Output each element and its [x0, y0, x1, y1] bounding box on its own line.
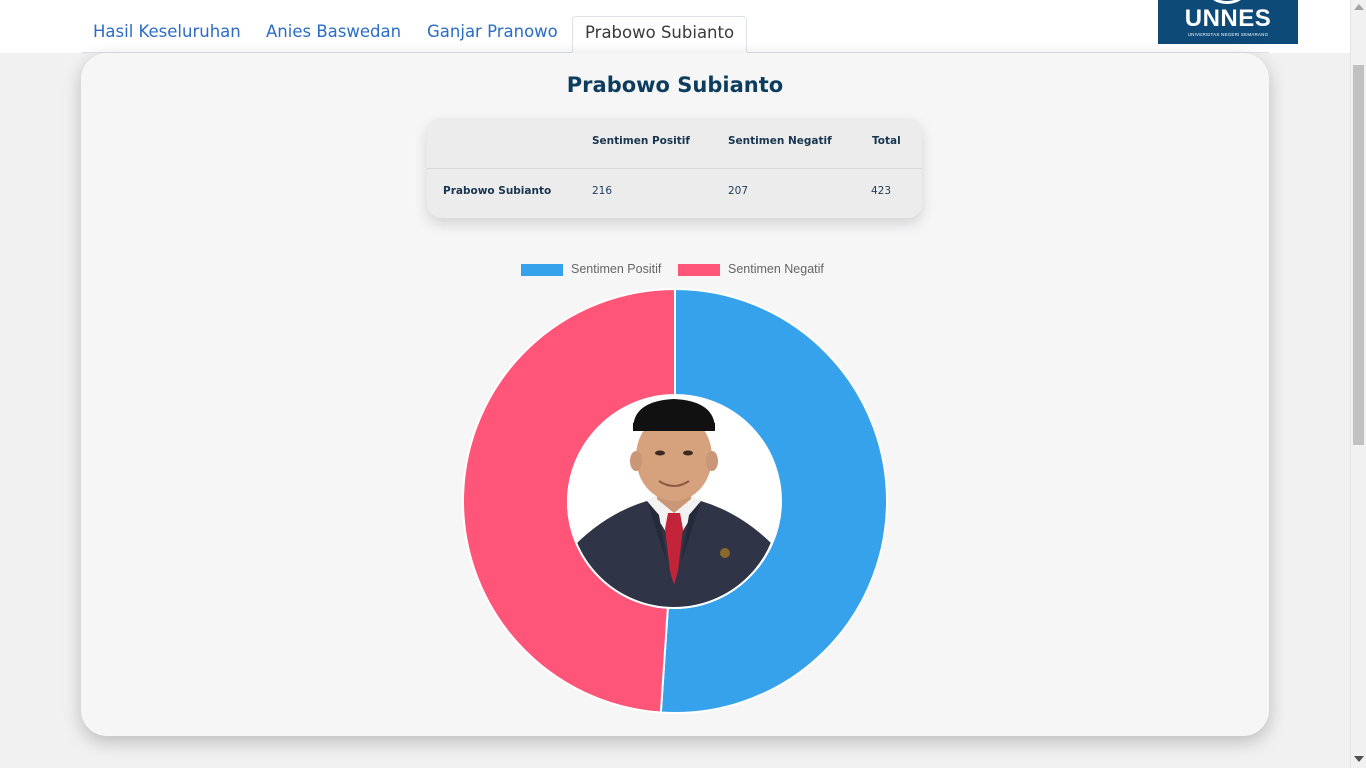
legend-swatch-negatif: [678, 264, 720, 276]
row-candidate-name: Prabowo Subianto: [443, 185, 552, 197]
legend-label-negatif: Sentimen Negatif: [728, 262, 824, 276]
table-row: Prabowo Subianto 216 207 423: [427, 168, 922, 218]
result-card: Prabowo Subianto Sentimen Positif Sentim…: [81, 53, 1269, 736]
card-title: Prabowo Subianto: [566, 73, 784, 97]
top-bar: Hasil Keseluruhan Anies Baswedan Ganjar …: [0, 0, 1350, 53]
logo-arc-shape: [1208, 0, 1246, 4]
tab-prabowo-subianto[interactable]: Prabowo Subianto: [572, 16, 748, 53]
header-sentimen-positif: Sentimen Positif: [592, 135, 690, 147]
logo-name: UNNES: [1184, 5, 1272, 32]
scroll-thumb[interactable]: [1353, 65, 1364, 445]
sentiment-table: Sentimen Positif Sentimen Negatif Total …: [427, 118, 922, 218]
candidate-tabs: Hasil Keseluruhan Anies Baswedan Ganjar …: [81, 16, 1269, 53]
legend-label-positif: Sentimen Positif: [571, 262, 662, 276]
tab-anies-baswedan[interactable]: Anies Baswedan: [254, 16, 413, 52]
scroll-up-icon[interactable]: [1354, 4, 1364, 10]
row-total-value: 423: [871, 185, 892, 197]
candidate-portrait: [567, 395, 781, 609]
row-positif-value: 216: [592, 185, 613, 197]
scroll-down-icon[interactable]: [1354, 756, 1364, 762]
tab-hasil-keseluruhan[interactable]: Hasil Keseluruhan: [81, 16, 253, 52]
table-header-row: Sentimen Positif Sentimen Negatif Total: [427, 118, 922, 169]
header-total: Total: [872, 135, 901, 147]
vertical-scrollbar[interactable]: [1350, 0, 1366, 768]
row-negatif-value: 207: [728, 185, 749, 197]
tab-ganjar-pranowo[interactable]: Ganjar Pranowo: [415, 16, 570, 52]
logo-subtitle: UNIVERSITAS NEGERI SEMARANG: [1187, 32, 1269, 37]
legend-swatch-positif: [521, 264, 563, 276]
unnes-logo: UNNES UNIVERSITAS NEGERI SEMARANG: [1158, 0, 1298, 44]
header-sentimen-negatif: Sentimen Negatif: [728, 135, 832, 147]
